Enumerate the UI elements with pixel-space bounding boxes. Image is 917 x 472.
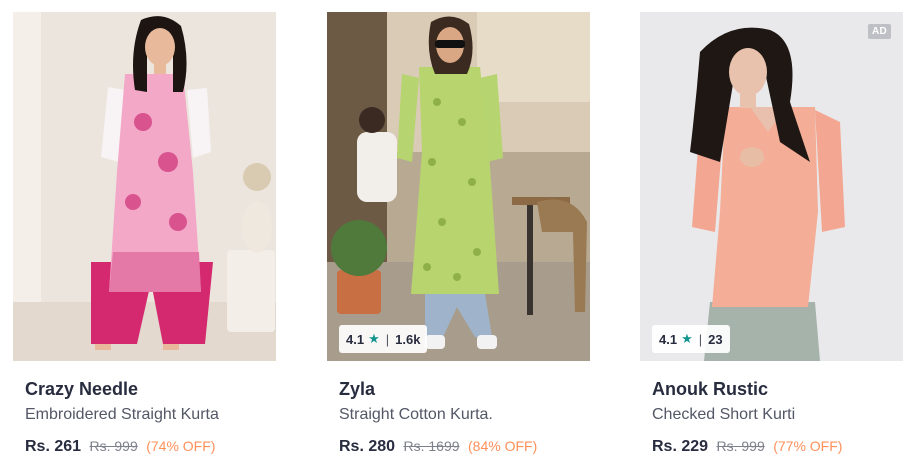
product-brand[interactable]: Zyla [339, 379, 590, 399]
product-price-row: Rs. 229 Rs. 999 (77% OFF) [652, 437, 903, 456]
product-brand[interactable]: Anouk Rustic [652, 379, 903, 399]
rating-count: 23 [708, 331, 723, 347]
rating-value: 4.1 [659, 331, 678, 347]
product-title[interactable]: Straight Cotton Kurta. [339, 406, 590, 424]
star-icon: ★ [368, 331, 380, 346]
product-photo-peach-kurti [640, 12, 903, 361]
rating-badge: 4.1 ★ | 1.6k [339, 325, 428, 353]
product-card-zyla[interactable]: 4.1 ★ | 1.6k Zyla Straight Cotton Kurta.… [327, 12, 590, 456]
discount-label: (77% OFF) [773, 438, 843, 454]
product-image[interactable]: AD 4.1 ★ | 23 [640, 12, 903, 361]
original-price: Rs. 999 [89, 438, 138, 454]
product-photo-green-kurta [327, 12, 590, 361]
selling-price: Rs. 229 [652, 438, 709, 455]
product-price-row: Rs. 261 Rs. 999 (74% OFF) [25, 437, 276, 456]
selling-price: Rs. 261 [25, 438, 82, 455]
rating-value: 4.1 [346, 331, 365, 347]
product-photo-pink-kurta [13, 12, 276, 361]
rating-separator: | [698, 331, 703, 347]
product-title[interactable]: Checked Short Kurti [652, 406, 903, 424]
discount-label: (74% OFF) [146, 438, 216, 454]
product-card-anouk-rustic[interactable]: AD 4.1 ★ | 23 Anouk Rustic Checked Short… [640, 12, 903, 456]
rating-separator: | [385, 331, 390, 347]
product-image[interactable] [13, 12, 276, 361]
star-icon: ★ [681, 331, 693, 346]
product-title[interactable]: Embroidered Straight Kurta [25, 406, 276, 424]
original-price: Rs. 1699 [403, 438, 460, 454]
original-price: Rs. 999 [716, 438, 765, 454]
product-price-row: Rs. 280 Rs. 1699 (84% OFF) [339, 437, 590, 456]
ad-badge: AD [867, 24, 891, 39]
rating-badge: 4.1 ★ | 23 [652, 325, 730, 353]
selling-price: Rs. 280 [339, 438, 396, 455]
product-brand[interactable]: Crazy Needle [25, 379, 276, 399]
product-image[interactable]: 4.1 ★ | 1.6k [327, 12, 590, 361]
product-card-crazy-needle[interactable]: Crazy Needle Embroidered Straight Kurta … [13, 12, 276, 456]
rating-count: 1.6k [395, 331, 421, 347]
discount-label: (84% OFF) [468, 438, 538, 454]
